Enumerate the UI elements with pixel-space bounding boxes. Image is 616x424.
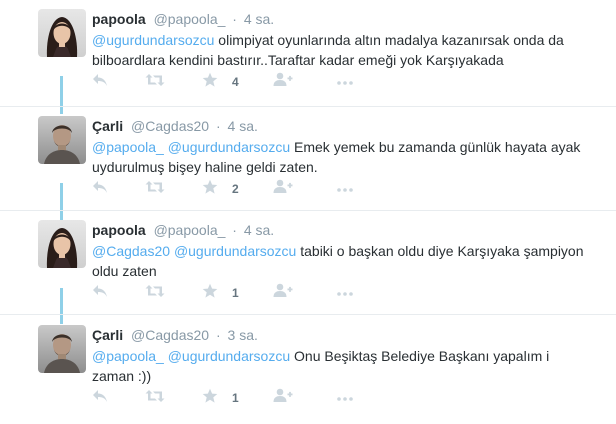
favorite-count: 2 [232, 182, 239, 196]
tweet-header: Çarli @Cagdas20 · 4 sa. [92, 118, 258, 134]
mention-link[interactable]: @ugurdundarsozcu [168, 139, 290, 155]
retweet-button[interactable] [145, 388, 165, 408]
tweet-timestamp[interactable]: 3 sa. [228, 327, 258, 343]
mention-link[interactable]: @Cagdas20 [92, 243, 170, 259]
tweet[interactable]: papoola @papoola_ · 4 sa. @ugurdundarsoz… [0, 0, 616, 108]
user-fullname[interactable]: papoola [92, 11, 146, 27]
avatar[interactable] [38, 325, 86, 373]
user-handle[interactable]: @Cagdas20 [131, 118, 209, 134]
tweet-header: Çarli @Cagdas20 · 3 sa. [92, 327, 258, 343]
mention-link[interactable]: @ugurdundarsozcu [174, 243, 296, 259]
reply-button[interactable] [92, 388, 108, 408]
follow-icon [273, 72, 293, 92]
more-options-button[interactable] [337, 388, 353, 408]
conversation-thread: papoola @papoola_ · 4 sa. @ugurdundarsoz… [0, 0, 616, 418]
more-icon [337, 389, 353, 407]
follow-button[interactable] [273, 283, 293, 303]
follow-icon [273, 388, 293, 408]
follow-button[interactable] [273, 388, 293, 408]
separator-dot: · [215, 327, 221, 343]
favorite-button[interactable]: 1 [202, 283, 239, 303]
retweet-button[interactable] [145, 179, 165, 199]
retweet-button[interactable] [145, 283, 165, 303]
tweet[interactable]: Çarli @Cagdas20 · 3 sa. @papoola_ @ugurd… [0, 316, 616, 424]
favorite-button[interactable]: 2 [202, 179, 239, 199]
tweet-actions: 4 [92, 72, 492, 92]
retweet-icon [145, 284, 165, 303]
tweet-timestamp[interactable]: 4 sa. [244, 11, 274, 27]
star-icon [202, 388, 218, 409]
tweet-text: @Cagdas20 @ugurdundarsozcu tabiki o başk… [92, 241, 592, 281]
reply-icon [92, 180, 108, 199]
tweet-header: papoola @papoola_ · 4 sa. [92, 11, 274, 27]
reply-button[interactable] [92, 283, 108, 303]
reply-icon [92, 284, 108, 303]
user-fullname[interactable]: Çarli [92, 327, 123, 343]
tweet[interactable]: papoola @papoola_ · 4 sa. @Cagdas20 @ugu… [0, 211, 616, 319]
tweet-actions: 1 [92, 388, 492, 408]
favorite-button[interactable]: 1 [202, 388, 239, 408]
mention-link[interactable]: @papoola_ [92, 139, 164, 155]
retweet-icon [145, 389, 165, 408]
avatar[interactable] [38, 220, 86, 268]
user-handle[interactable]: @Cagdas20 [131, 327, 209, 343]
more-icon [337, 180, 353, 198]
reply-icon [92, 73, 108, 92]
separator-dot: · [232, 222, 237, 238]
retweet-icon [145, 180, 165, 199]
reply-icon [92, 389, 108, 408]
star-icon [202, 72, 218, 93]
retweet-button[interactable] [145, 72, 165, 92]
more-icon [337, 284, 353, 302]
favorite-count: 1 [232, 286, 239, 300]
user-fullname[interactable]: Çarli [92, 118, 123, 134]
avatar[interactable] [38, 9, 86, 57]
tweet[interactable]: Çarli @Cagdas20 · 4 sa. @papoola_ @ugurd… [0, 107, 616, 215]
user-handle[interactable]: @papoola_ [154, 222, 226, 238]
mention-link[interactable]: @ugurdundarsozcu [92, 32, 214, 48]
mention-link[interactable]: @ugurdundarsozcu [168, 348, 290, 364]
tweet-timestamp[interactable]: 4 sa. [228, 118, 258, 134]
star-icon [202, 179, 218, 200]
tweet-actions: 1 [92, 283, 492, 303]
mention-link[interactable]: @papoola_ [92, 348, 164, 364]
follow-icon [273, 283, 293, 303]
tweet-text: @papoola_ @ugurdundarsozcu Onu Beşiktaş … [92, 346, 592, 386]
separator-dot: · [232, 11, 237, 27]
follow-icon [273, 179, 293, 199]
tweet-header: papoola @papoola_ · 4 sa. [92, 222, 274, 238]
user-fullname[interactable]: papoola [92, 222, 146, 238]
follow-button[interactable] [273, 72, 293, 92]
favorite-button[interactable]: 4 [202, 72, 239, 92]
reply-button[interactable] [92, 72, 108, 92]
tweet-text: @ugurdundarsozcu olimpiyat oyunlarında a… [92, 30, 592, 70]
tweet-text: @papoola_ @ugurdundarsozcu Emek yemek bu… [92, 137, 592, 177]
more-options-button[interactable] [337, 72, 353, 92]
favorite-count: 1 [232, 391, 239, 405]
follow-button[interactable] [273, 179, 293, 199]
more-options-button[interactable] [337, 283, 353, 303]
avatar[interactable] [38, 116, 86, 164]
more-options-button[interactable] [337, 179, 353, 199]
retweet-icon [145, 73, 165, 92]
user-handle[interactable]: @papoola_ [154, 11, 226, 27]
tweet-timestamp[interactable]: 4 sa. [244, 222, 274, 238]
separator-dot: · [215, 118, 221, 134]
reply-button[interactable] [92, 179, 108, 199]
more-icon [337, 73, 353, 91]
tweet-actions: 2 [92, 179, 492, 199]
favorite-count: 4 [232, 75, 239, 89]
star-icon [202, 283, 218, 304]
